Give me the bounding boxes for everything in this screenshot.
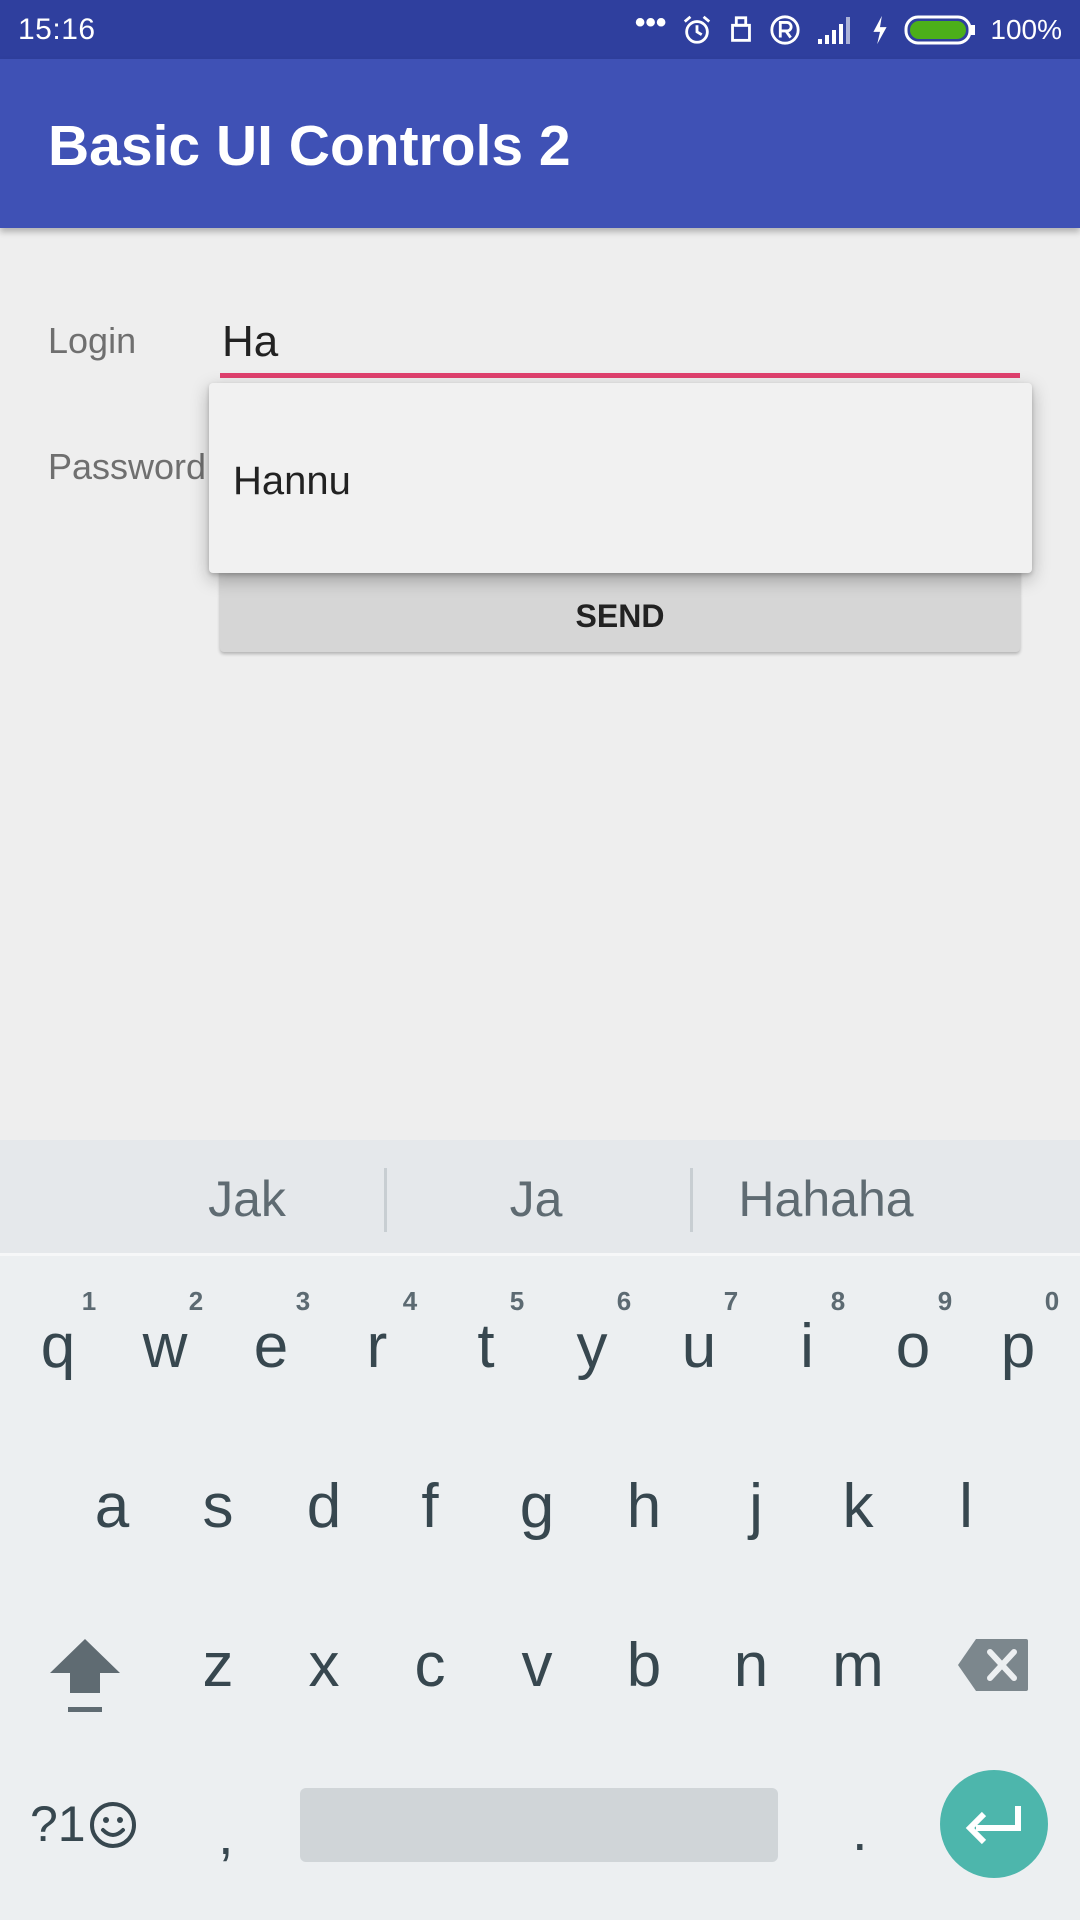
suggestion-item[interactable]: Hahaha: [738, 1170, 913, 1228]
status-time: 15:16: [18, 12, 96, 46]
key-w[interactable]: w: [143, 1316, 188, 1378]
key-b[interactable]: b: [627, 1635, 661, 1697]
emoji-icon[interactable]: [88, 1800, 138, 1850]
key-q[interactable]: q: [41, 1316, 75, 1378]
key-c[interactable]: c: [415, 1635, 446, 1697]
key-hint: 3: [295, 1286, 311, 1316]
key-hint: 7: [723, 1286, 739, 1316]
space-bar[interactable]: [300, 1788, 778, 1862]
key-t[interactable]: t: [477, 1316, 494, 1378]
send-button[interactable]: SEND: [220, 560, 1020, 652]
suggestion-item[interactable]: Ja: [510, 1170, 563, 1228]
key-hint: 0: [1044, 1286, 1060, 1316]
key-hint: 5: [509, 1286, 525, 1316]
usb-icon: [731, 15, 752, 42]
battery-percent: 100%: [990, 13, 1062, 45]
page-title: Basic UI Controls 2: [48, 114, 571, 178]
key-hint: 6: [616, 1286, 632, 1316]
status-bar: 15:16 ••• 100%: [0, 0, 1080, 59]
key-x[interactable]: x: [309, 1635, 340, 1697]
period-key[interactable]: .: [852, 1798, 868, 1863]
key-o[interactable]: o: [896, 1316, 930, 1378]
suggestion-divider: [384, 1168, 387, 1232]
key-u[interactable]: u: [682, 1316, 716, 1378]
key-hint: 4: [402, 1286, 418, 1316]
comma-key[interactable]: ,: [218, 1802, 234, 1867]
key-g[interactable]: g: [520, 1476, 554, 1538]
suggestion-divider: [690, 1168, 693, 1232]
key-hint: 1: [81, 1286, 97, 1316]
key-n[interactable]: n: [734, 1635, 768, 1697]
key-e[interactable]: e: [254, 1316, 288, 1378]
key-f[interactable]: f: [421, 1476, 438, 1538]
shift-key-icon[interactable]: [48, 1635, 122, 1717]
backspace-icon[interactable]: [956, 1637, 1030, 1693]
charging-icon: [873, 15, 887, 44]
signal-icon: [818, 16, 851, 44]
suggestion-strip: Jak Ja Hahaha: [0, 1140, 1080, 1256]
key-d[interactable]: d: [307, 1476, 341, 1538]
key-m[interactable]: m: [832, 1635, 884, 1697]
app-bar: Basic UI Controls 2: [0, 59, 1080, 228]
alarm-icon: [684, 15, 711, 44]
key-y[interactable]: y: [577, 1316, 608, 1378]
login-label: Login: [48, 320, 137, 361]
registered-icon: [770, 14, 800, 45]
more-dots-icon: •••: [634, 5, 667, 39]
key-j[interactable]: j: [749, 1476, 763, 1538]
battery-icon: [904, 15, 976, 44]
status-icons: ••• 100%: [635, 7, 1062, 46]
key-s[interactable]: s: [203, 1476, 234, 1538]
key-k[interactable]: k: [843, 1476, 874, 1538]
login-input[interactable]: [220, 306, 1020, 378]
key-z[interactable]: z: [203, 1635, 234, 1697]
key-i[interactable]: i: [800, 1316, 814, 1378]
autocomplete-dropdown: Hannu: [209, 383, 1032, 573]
key-r[interactable]: r: [367, 1316, 388, 1378]
key-hint: 9: [937, 1286, 953, 1316]
key-p[interactable]: p: [1001, 1316, 1035, 1378]
login-input-underline: [220, 373, 1020, 378]
key-l[interactable]: l: [959, 1476, 973, 1538]
autocomplete-item-hannu[interactable]: Hannu: [233, 459, 351, 504]
soft-keyboard: Jak Ja Hahaha 1 2 3 4 5 6 7 8 9 0 q w e …: [0, 1140, 1080, 1920]
key-h[interactable]: h: [627, 1476, 661, 1538]
key-v[interactable]: v: [522, 1635, 553, 1697]
key-hint: 8: [830, 1286, 846, 1316]
key-hint: 2: [188, 1286, 204, 1316]
symbols-key[interactable]: ?1: [30, 1795, 86, 1853]
enter-key[interactable]: [940, 1770, 1048, 1878]
password-label: Password: [48, 446, 207, 487]
enter-arrow-icon: [965, 1806, 1021, 1845]
key-a[interactable]: a: [95, 1476, 129, 1538]
suggestion-item[interactable]: Jak: [208, 1170, 286, 1228]
